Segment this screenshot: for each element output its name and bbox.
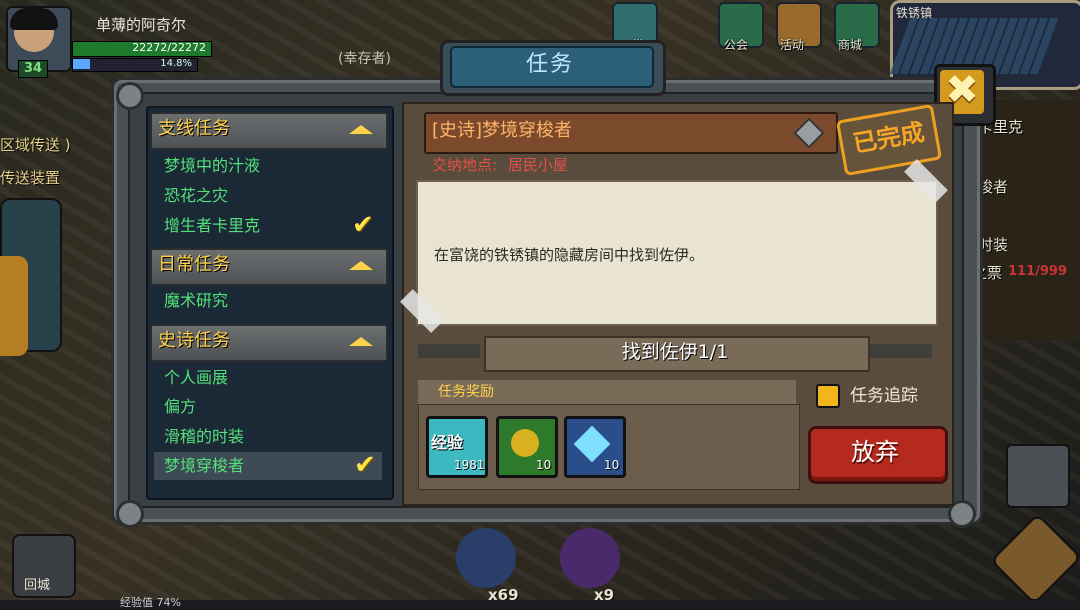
reward-count: 1981: [454, 458, 485, 472]
progress-ornament-left: [418, 344, 480, 358]
progress-ornament-right: [870, 344, 932, 358]
location-value: 居民小屋: [507, 156, 568, 174]
category-label: 日常任务: [158, 254, 230, 275]
quest-item[interactable]: 魔术研究: [164, 290, 228, 312]
reward-count: 10: [604, 458, 620, 472]
top-menu-label-shop: 商城: [838, 38, 863, 52]
abandon-button-label[interactable]: 放弃: [808, 426, 942, 478]
expand-arrow-icon[interactable]: [0, 256, 28, 356]
collapse-arrow-icon[interactable]: [349, 337, 373, 346]
location-label: 交纳地点:: [432, 156, 498, 174]
area-teleport-label[interactable]: 区域传送 ): [0, 134, 71, 155]
map-name: 铁锈镇: [896, 6, 933, 20]
player-name: 单薄的阿奇尔: [96, 16, 187, 34]
return-town-label: 回城: [24, 578, 51, 593]
collapse-arrow-icon[interactable]: [349, 125, 373, 134]
quest-title: [史诗]梦境穿梭者: [432, 120, 573, 141]
completed-check-icon: ✔: [354, 450, 376, 480]
tracker-count: 111/999: [1008, 264, 1068, 279]
crystal-shape: [573, 425, 611, 463]
avatar-hair: [10, 8, 58, 30]
quest-item-selected[interactable]: 梦境穿梭者: [164, 455, 244, 477]
quest-description: 在富饶的铁锈镇的隐藏房间中找到佐伊。: [434, 246, 705, 264]
dialog-title: 任务: [525, 52, 574, 77]
category-label: 支线任务: [158, 118, 230, 139]
bag-icon[interactable]: [1006, 444, 1070, 508]
frame-bolt-icon: [116, 500, 144, 528]
exp-icon-text: 经验: [431, 433, 464, 452]
quest-item[interactable]: 增生者卡里克: [164, 215, 260, 237]
track-quest-checkbox[interactable]: [816, 384, 840, 408]
completed-check-icon: ✔: [352, 210, 374, 240]
skill-icon[interactable]: [560, 528, 620, 588]
collapse-arrow-icon[interactable]: [349, 261, 373, 270]
reward-count: 10: [536, 458, 552, 472]
npc-label-behind: (幸存者): [338, 51, 391, 67]
quest-item[interactable]: 偏方: [164, 396, 196, 418]
player-panel: 34 单薄的阿奇尔 22272/22272 14.8%: [0, 0, 230, 80]
tracker-line-2: 梭者: [978, 178, 1009, 196]
top-menu-label-event: 活动: [780, 38, 805, 52]
quest-item[interactable]: 恐花之灾: [164, 185, 228, 207]
player-level: 34: [18, 60, 48, 78]
teleport-device-label[interactable]: 传送装置: [0, 167, 60, 188]
reward-label: 任务奖励: [438, 384, 494, 400]
turn-in-location: 交纳地点: 居民小屋: [432, 154, 568, 175]
objective-text: 找到佐伊1/1: [621, 341, 729, 363]
tracker-line-3: 时装: [978, 236, 1009, 254]
skill-icon[interactable]: [456, 528, 516, 588]
gold-pot-shape: [511, 429, 539, 457]
quest-item[interactable]: 梦境中的汁液: [164, 155, 260, 177]
top-menu-label-guild: 公会: [724, 38, 749, 52]
hp-text: 22272/22272: [132, 41, 206, 54]
category-label: 史诗任务: [158, 330, 230, 351]
quest-item[interactable]: 个人画展: [164, 367, 228, 389]
exp-text: 14.8%: [160, 58, 192, 69]
frame-bolt-icon: [116, 82, 144, 110]
quest-item[interactable]: 滑稽的时装: [164, 426, 244, 448]
track-quest-label[interactable]: 任务追踪: [850, 384, 918, 408]
